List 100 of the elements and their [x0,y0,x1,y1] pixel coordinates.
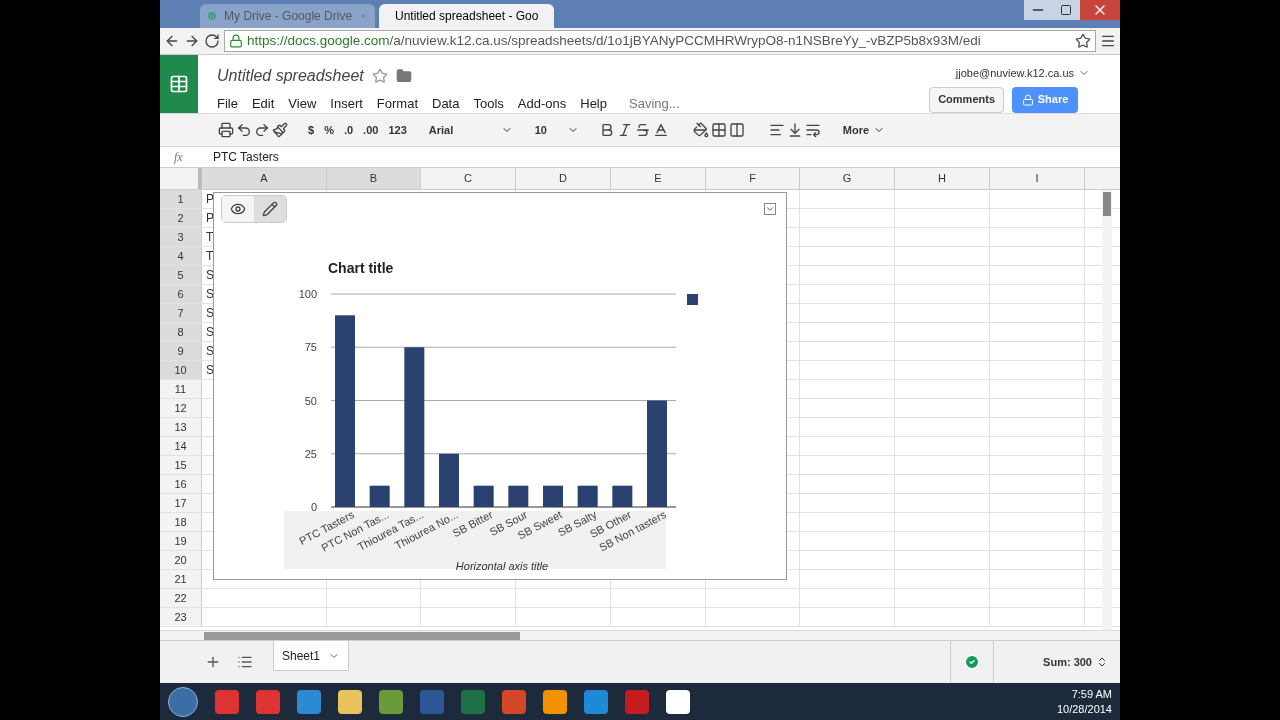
percent-button[interactable]: % [320,118,338,142]
bar[interactable] [369,485,390,507]
folder-icon[interactable] [395,68,412,84]
row-header[interactable]: 12 [160,399,202,417]
row-header[interactable]: 11 [160,380,202,398]
column-header[interactable]: A [202,168,327,189]
row-header[interactable]: 14 [160,437,202,455]
redo-icon[interactable] [254,122,270,138]
maximize-icon[interactable] [1052,0,1080,20]
add-sheet-icon[interactable] [205,654,221,670]
row-header[interactable]: 22 [160,589,202,607]
star-icon[interactable] [371,68,388,84]
menu-item[interactable]: View [288,94,317,114]
increase-decimals-button[interactable]: .00 [359,118,383,142]
row-header[interactable]: 15 [160,456,202,474]
font-size-dropdown[interactable]: 10 [530,118,583,142]
menu-item[interactable]: Insert [330,94,363,114]
menu-icon[interactable] [1100,33,1116,49]
more-button[interactable]: More [838,118,890,142]
column-header[interactable]: F [706,168,800,189]
menu-item[interactable]: Edit [251,94,275,114]
menu-item[interactable]: Tools [473,94,504,114]
row-header[interactable]: 6 [160,285,202,303]
column-header[interactable]: H [895,168,990,189]
row-header[interactable]: 8 [160,323,202,341]
menu-item[interactable]: Add-ons [517,94,567,114]
font-dropdown[interactable]: Arial [424,118,517,142]
print-icon[interactable] [218,122,234,138]
row-header[interactable]: 3 [160,228,202,246]
row-header[interactable]: 5 [160,266,202,284]
row-header[interactable]: 17 [160,494,202,512]
minimize-icon[interactable] [1024,0,1052,20]
align-icon[interactable] [768,122,785,138]
view-button[interactable] [222,196,254,222]
sum-button[interactable]: Sum: 300 [994,641,1120,683]
formula-field[interactable]: PTC Tasters [202,148,279,166]
column-header[interactable]: D [516,168,611,189]
column-header[interactable]: B [327,168,421,189]
row-header[interactable]: 2 [160,209,202,227]
sheet-tab[interactable]: Sheet1 [273,641,350,671]
browser-tab[interactable]: Untitled spreadsheet - Goo [379,4,554,28]
bar[interactable] [543,485,563,507]
row-header[interactable]: 7 [160,304,202,322]
wrap-text-icon[interactable] [804,122,821,138]
number-format-button[interactable]: 123 [384,118,411,142]
currency-button[interactable]: $ [304,118,319,142]
row-header[interactable]: 19 [160,532,202,550]
account-email[interactable]: jjobe@nuview.k12.ca.us [955,65,1074,82]
clock-date: 10/28/2014 [1056,701,1112,717]
dropdown-button[interactable] [764,203,776,215]
star-icon[interactable] [1075,33,1091,49]
column-header[interactable]: C [421,168,516,189]
row-header[interactable]: 9 [160,342,202,360]
row-header[interactable]: 20 [160,551,202,569]
row-header[interactable]: 1 [160,190,202,208]
undo-icon[interactable] [236,122,252,138]
column-header[interactable]: I [990,168,1085,189]
row-header[interactable]: 4 [160,247,202,265]
row-header[interactable]: 23 [160,608,202,626]
bar[interactable] [473,485,494,507]
up-down-arrows-icon[interactable] [1096,656,1108,668]
back-icon[interactable] [164,33,180,49]
bar[interactable] [404,347,425,507]
document-title[interactable]: Untitled spreadsheet [217,64,364,88]
sheets-logo[interactable] [160,55,198,113]
caret-icon [765,204,775,214]
start-button[interactable] [168,686,198,717]
paint-format-icon[interactable] [272,122,288,138]
forward-icon[interactable] [184,33,200,49]
comments-button[interactable]: Comments [929,86,1004,113]
menu-item[interactable]: File [217,94,238,114]
legend-swatch [687,294,698,305]
app-icon[interactable] [543,689,567,714]
reload-icon[interactable] [204,33,220,49]
horizontal-scrollbar[interactable] [160,630,1120,640]
edit-button[interactable] [254,196,286,222]
row-header[interactable]: 10 [160,361,202,379]
menu-item[interactable]: Data [432,94,460,114]
column-header[interactable]: G [800,168,895,189]
app-icon[interactable] [338,689,362,714]
bar[interactable] [577,485,598,507]
strikethrough-icon[interactable] [634,122,651,138]
address-field[interactable]: https://docs.google.com/a/nuview.k12.ca.us/spreadsheets/d/1o1jBYANyPCCMHRWrypO8-n1NSBreYy_-vBZP5b8x93M/edi [224,30,1096,52]
menu-item[interactable]: Help [580,94,607,114]
merge-icon[interactable] [728,122,745,138]
decrease-decimals-button[interactable]: .0 [339,118,358,142]
menu-item[interactable]: Format [376,94,418,114]
row-header[interactable]: 18 [160,513,202,531]
borders-icon[interactable] [710,122,727,138]
app-icon[interactable] [666,689,690,714]
column-header[interactable]: E [611,168,706,189]
bar[interactable] [612,485,633,507]
vertical-scrollbar[interactable] [1102,190,1112,630]
sheet-list-icon[interactable] [237,654,253,670]
fill-color-icon[interactable] [692,122,709,138]
text-color-icon[interactable] [652,122,669,138]
row-header[interactable]: 16 [160,475,202,493]
row-header[interactable]: 13 [160,418,202,436]
row-header[interactable]: 21 [160,570,202,588]
bar[interactable] [508,485,529,507]
